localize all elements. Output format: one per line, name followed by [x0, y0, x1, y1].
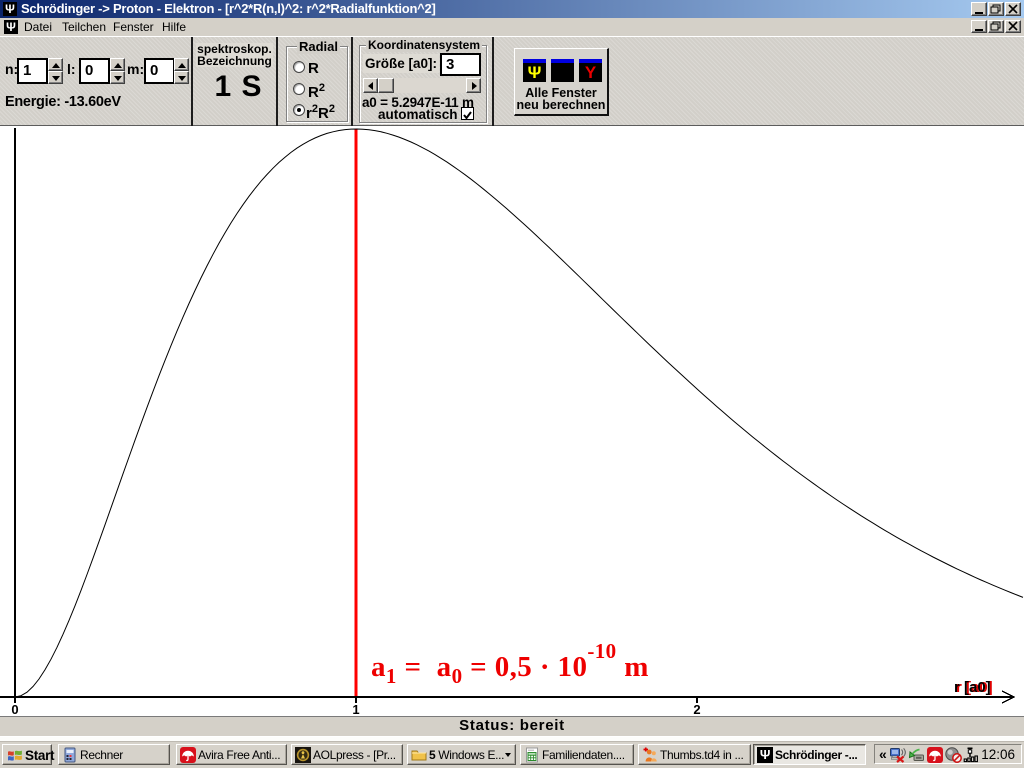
svg-text:1: 1	[352, 702, 359, 717]
svg-text:r [a0]: r [a0]	[954, 679, 991, 696]
svg-text:0: 0	[11, 702, 18, 717]
svg-text:a1 = a0 = 0,5 · 10-10 m: a1 = a0 = 0,5 · 10-10 m	[371, 639, 649, 688]
svg-text:2: 2	[693, 702, 700, 717]
